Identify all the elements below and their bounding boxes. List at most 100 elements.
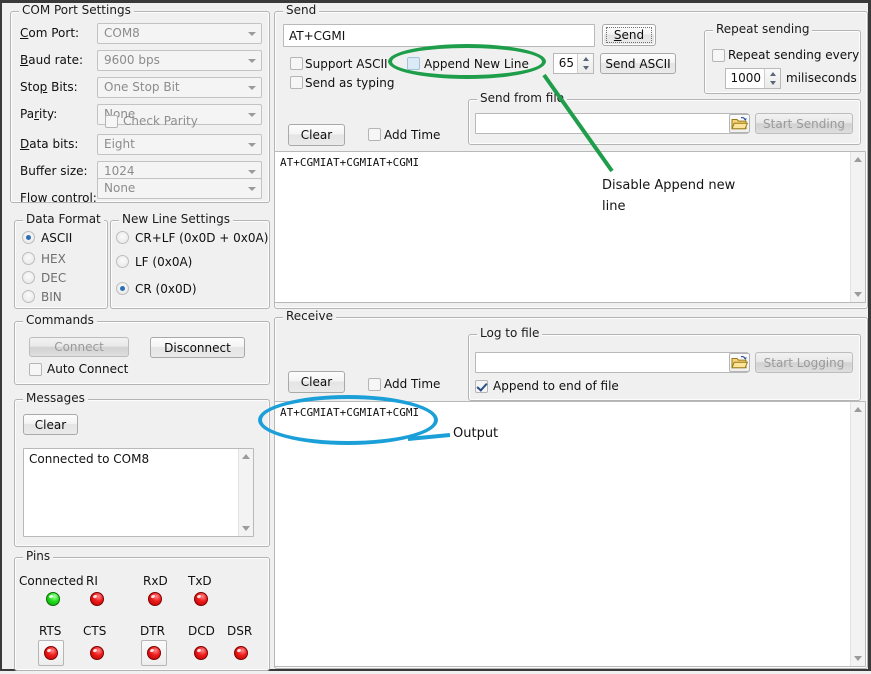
- pin-label-dtr: DTR: [140, 624, 165, 638]
- send-from-file-title: Send from file: [477, 92, 567, 105]
- receive-add-time-checkbox[interactable]: [368, 378, 381, 391]
- send-clear-label: Clear: [301, 129, 332, 141]
- chevron-down-icon: [248, 187, 256, 191]
- messages-title: Messages: [23, 392, 88, 405]
- connect-button[interactable]: Connect: [29, 337, 129, 357]
- start-logging-button[interactable]: Start Logging: [755, 352, 853, 373]
- support-ascii-label: Support ASCII: [305, 57, 388, 71]
- new-line-settings-title: New Line Settings: [119, 213, 233, 226]
- messages-clear-button[interactable]: Clear: [23, 414, 78, 435]
- annotation-ellipse-append-new-line: [388, 44, 546, 79]
- repeat-interval-spin-buttons[interactable]: [764, 69, 780, 88]
- send-file-path-input[interactable]: [475, 113, 748, 134]
- scroll-up-icon[interactable]: [854, 157, 862, 162]
- chevron-down-icon: [248, 113, 256, 117]
- auto-connect-label: Auto Connect: [47, 362, 128, 376]
- radio-ascii-label: ASCII: [41, 231, 72, 245]
- radio-cr[interactable]: [116, 282, 129, 295]
- append-end-of-file-checkbox[interactable]: [475, 380, 488, 393]
- pin-led-rts: [44, 646, 58, 660]
- scroll-up-icon[interactable]: [854, 407, 862, 412]
- repeat-unit-label: miliseconds: [786, 71, 857, 85]
- com-port-select[interactable]: COM8: [97, 23, 262, 44]
- send-button[interactable]: Send: [602, 24, 656, 46]
- pin-led-dcd: [194, 646, 208, 660]
- folder-open-icon: [730, 115, 749, 132]
- chevron-down-icon: [248, 143, 256, 147]
- scroll-up-icon[interactable]: [242, 454, 250, 459]
- messages-scrollbar[interactable]: [238, 449, 253, 536]
- spinner-down-icon[interactable]: [770, 81, 776, 85]
- send-add-time-checkbox[interactable]: [368, 128, 381, 141]
- receive-clear-label: Clear: [301, 376, 332, 388]
- check-parity-checkbox[interactable]: [105, 115, 118, 128]
- receive-clear-button[interactable]: Clear: [288, 371, 345, 393]
- commands-title: Commands: [23, 314, 97, 327]
- auto-connect-checkbox[interactable]: [29, 363, 42, 376]
- radio-hex[interactable]: [22, 252, 35, 265]
- com-port-value: COM8: [104, 26, 140, 40]
- chevron-down-icon: [248, 59, 256, 63]
- start-sending-button[interactable]: Start Sending: [755, 113, 853, 134]
- spinner-down-icon[interactable]: [583, 66, 589, 70]
- pin-label-rts: RTS: [39, 624, 61, 638]
- pin-led-ri: [90, 592, 104, 606]
- send-ascii-button[interactable]: Send ASCII: [600, 53, 676, 74]
- log-file-browse-button[interactable]: [729, 353, 750, 372]
- log-to-file-title: Log to file: [477, 327, 542, 340]
- pin-led-connected: [46, 592, 60, 606]
- disconnect-button-label: Disconnect: [164, 342, 231, 354]
- label-buffer-size: Buffer size:: [20, 164, 88, 178]
- log-file-path-input[interactable]: [475, 352, 748, 373]
- send-command-value: AT+CGMI: [289, 29, 345, 43]
- pin-led-cts: [90, 646, 104, 660]
- scroll-down-icon[interactable]: [854, 656, 862, 661]
- pin-label-connected: Connected: [19, 574, 84, 588]
- flow-control-select[interactable]: None: [97, 178, 262, 199]
- append-end-of-file-label: Append to end of file: [493, 379, 619, 393]
- app-window: COM Port Settings Com Port: COM8 Baud ra…: [0, 0, 871, 671]
- spinner-up-icon[interactable]: [583, 57, 589, 61]
- send-log-text: AT+CGMIAT+CGMIAT+CGMI: [280, 156, 419, 169]
- disconnect-button[interactable]: Disconnect: [150, 337, 245, 358]
- receive-log-scrollbar[interactable]: [850, 402, 865, 666]
- scroll-down-icon[interactable]: [854, 292, 862, 297]
- send-command-input[interactable]: AT+CGMI: [283, 24, 595, 47]
- radio-ascii[interactable]: [22, 231, 35, 244]
- ascii-code-spin-buttons[interactable]: [577, 54, 593, 73]
- label-stop-bits: Stop Bits:: [20, 80, 78, 94]
- start-sending-label: Start Sending: [763, 118, 845, 130]
- pin-led-txd: [194, 592, 208, 606]
- radio-bin[interactable]: [22, 290, 35, 303]
- send-ascii-button-label: Send ASCII: [605, 58, 670, 70]
- pin-label-dsr: DSR: [227, 624, 252, 638]
- send-as-typing-checkbox[interactable]: [290, 76, 303, 89]
- receive-add-time-label: Add Time: [384, 377, 440, 391]
- repeat-interval-spinner[interactable]: 1000: [725, 68, 781, 89]
- spinner-up-icon[interactable]: [770, 72, 776, 76]
- ascii-code-spinner[interactable]: 65: [553, 53, 594, 74]
- radio-dec-label: DEC: [41, 271, 66, 285]
- pin-label-ri: RI: [86, 574, 98, 588]
- send-clear-button[interactable]: Clear: [288, 124, 345, 146]
- pin-led-rxd: [148, 592, 162, 606]
- data-bits-value: Eight: [104, 137, 135, 151]
- radio-crlf[interactable]: [116, 231, 129, 244]
- label-baud-rate: Baud rate:: [20, 53, 83, 67]
- connect-button-label: Connect: [54, 341, 104, 353]
- repeat-sending-checkbox[interactable]: [712, 49, 725, 62]
- pin-led-dsr: [234, 646, 248, 660]
- radio-lf[interactable]: [116, 255, 129, 268]
- buffer-size-value: 1024: [104, 164, 135, 178]
- send-log-area[interactable]: AT+CGMIAT+CGMIAT+CGMI: [274, 151, 866, 303]
- scroll-down-icon[interactable]: [242, 526, 250, 531]
- send-log-scrollbar[interactable]: [850, 152, 865, 302]
- data-bits-select[interactable]: Eight: [97, 134, 262, 155]
- radio-lf-label: LF (0x0A): [135, 255, 192, 269]
- stop-bits-select[interactable]: One Stop Bit: [97, 77, 262, 98]
- messages-log[interactable]: Connected to COM8: [23, 448, 254, 537]
- send-file-browse-button[interactable]: [729, 114, 750, 133]
- baud-rate-select[interactable]: 9600 bps: [97, 50, 262, 71]
- radio-dec[interactable]: [22, 271, 35, 284]
- support-ascii-checkbox[interactable]: [290, 57, 303, 70]
